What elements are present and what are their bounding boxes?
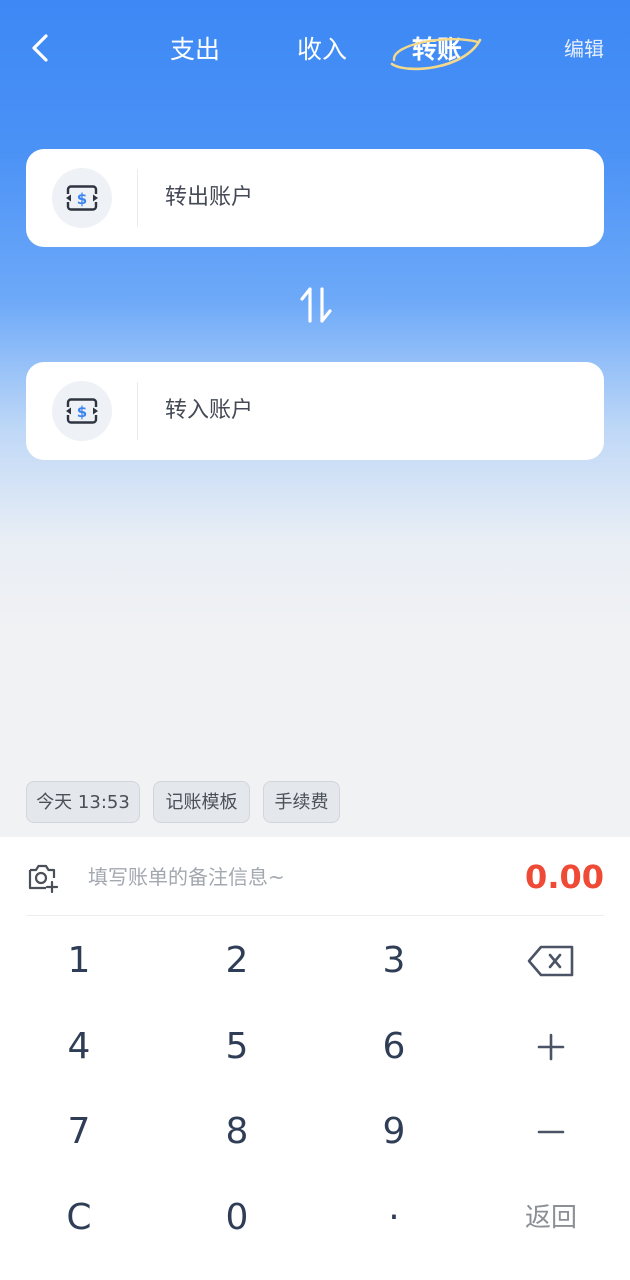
key-4[interactable]: 4 (19, 1012, 139, 1082)
minus-key[interactable] (491, 1097, 611, 1167)
note-input[interactable]: 填写账单的备注信息~ (88, 861, 285, 893)
keypad-panel: 填写账单的备注信息~ 0.00 1 2 3 4 5 6 7 8 9 C 0 · … (0, 837, 630, 1280)
date-chip[interactable]: 今天 13:53 (26, 781, 140, 823)
from-account-label: 转出账户 (165, 185, 254, 210)
key-9[interactable]: 9 (334, 1097, 454, 1167)
plus-icon (537, 1033, 565, 1061)
tab-transfer[interactable]: 转账 (392, 30, 482, 70)
amount-display: 0.00 (525, 858, 604, 896)
key-8[interactable]: 8 (177, 1097, 297, 1167)
chevron-left-icon (32, 34, 48, 62)
panel-divider (26, 915, 604, 916)
swap-vertical-icon (300, 287, 332, 323)
tab-expense[interactable]: 支出 (155, 30, 235, 70)
tab-income[interactable]: 收入 (282, 30, 362, 70)
key-5[interactable]: 5 (177, 1012, 297, 1082)
key-6[interactable]: 6 (334, 1012, 454, 1082)
from-account-card[interactable]: $ 转出账户 (26, 149, 604, 247)
card-divider (137, 382, 138, 440)
template-chip[interactable]: 记账模板 (153, 781, 250, 823)
return-key[interactable]: 返回 (491, 1183, 611, 1253)
money-exchange-icon: $ (65, 398, 99, 424)
decimal-key[interactable]: · (334, 1183, 454, 1253)
backspace-key[interactable] (491, 926, 611, 996)
key-1[interactable]: 1 (19, 926, 139, 996)
svg-text:$: $ (77, 403, 87, 421)
clear-key[interactable]: C (19, 1183, 139, 1253)
minus-icon (537, 1130, 565, 1134)
key-0[interactable]: 0 (177, 1183, 297, 1253)
card-divider (137, 169, 138, 227)
svg-text:$: $ (77, 190, 87, 208)
to-account-label: 转入账户 (165, 398, 254, 423)
swap-accounts-button[interactable] (296, 283, 336, 327)
from-account-icon-wrap: $ (52, 168, 112, 228)
backspace-icon (527, 945, 574, 977)
camera-button[interactable] (26, 861, 59, 894)
plus-key[interactable] (491, 1012, 611, 1082)
key-3[interactable]: 3 (334, 926, 454, 996)
edit-button[interactable]: 编辑 (564, 33, 604, 65)
key-2[interactable]: 2 (177, 926, 297, 996)
back-button[interactable] (24, 30, 60, 66)
to-account-icon-wrap: $ (52, 381, 112, 441)
fee-chip[interactable]: 手续费 (263, 781, 340, 823)
money-exchange-icon: $ (65, 185, 99, 211)
key-7[interactable]: 7 (19, 1097, 139, 1167)
camera-add-icon (28, 864, 59, 894)
to-account-card[interactable]: $ 转入账户 (26, 362, 604, 460)
